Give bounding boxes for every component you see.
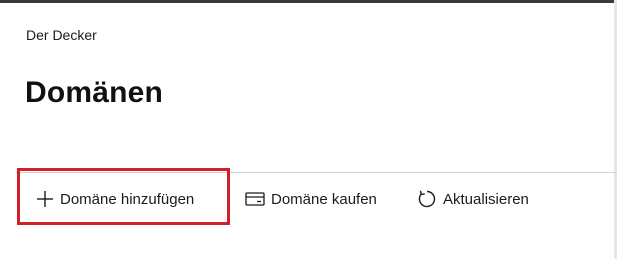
refresh-label: Aktualisieren [443,190,529,208]
buy-domain-button[interactable]: Domäne kaufen [245,187,377,211]
add-domain-label: Domäne hinzufügen [60,190,195,208]
refresh-button[interactable]: Aktualisieren [417,187,529,211]
breadcrumb[interactable]: Der Decker [26,27,97,43]
buy-domain-label: Domäne kaufen [271,190,377,208]
add-domain-button[interactable]: Domäne hinzufügen [36,187,194,211]
window-top-border [0,0,617,3]
command-toolbar: Domäne hinzufügen Domäne kaufen Aktualis… [0,173,617,228]
card-icon [245,191,265,207]
page-title: Domänen [25,76,164,109]
refresh-icon [417,189,437,209]
plus-icon [36,190,54,208]
